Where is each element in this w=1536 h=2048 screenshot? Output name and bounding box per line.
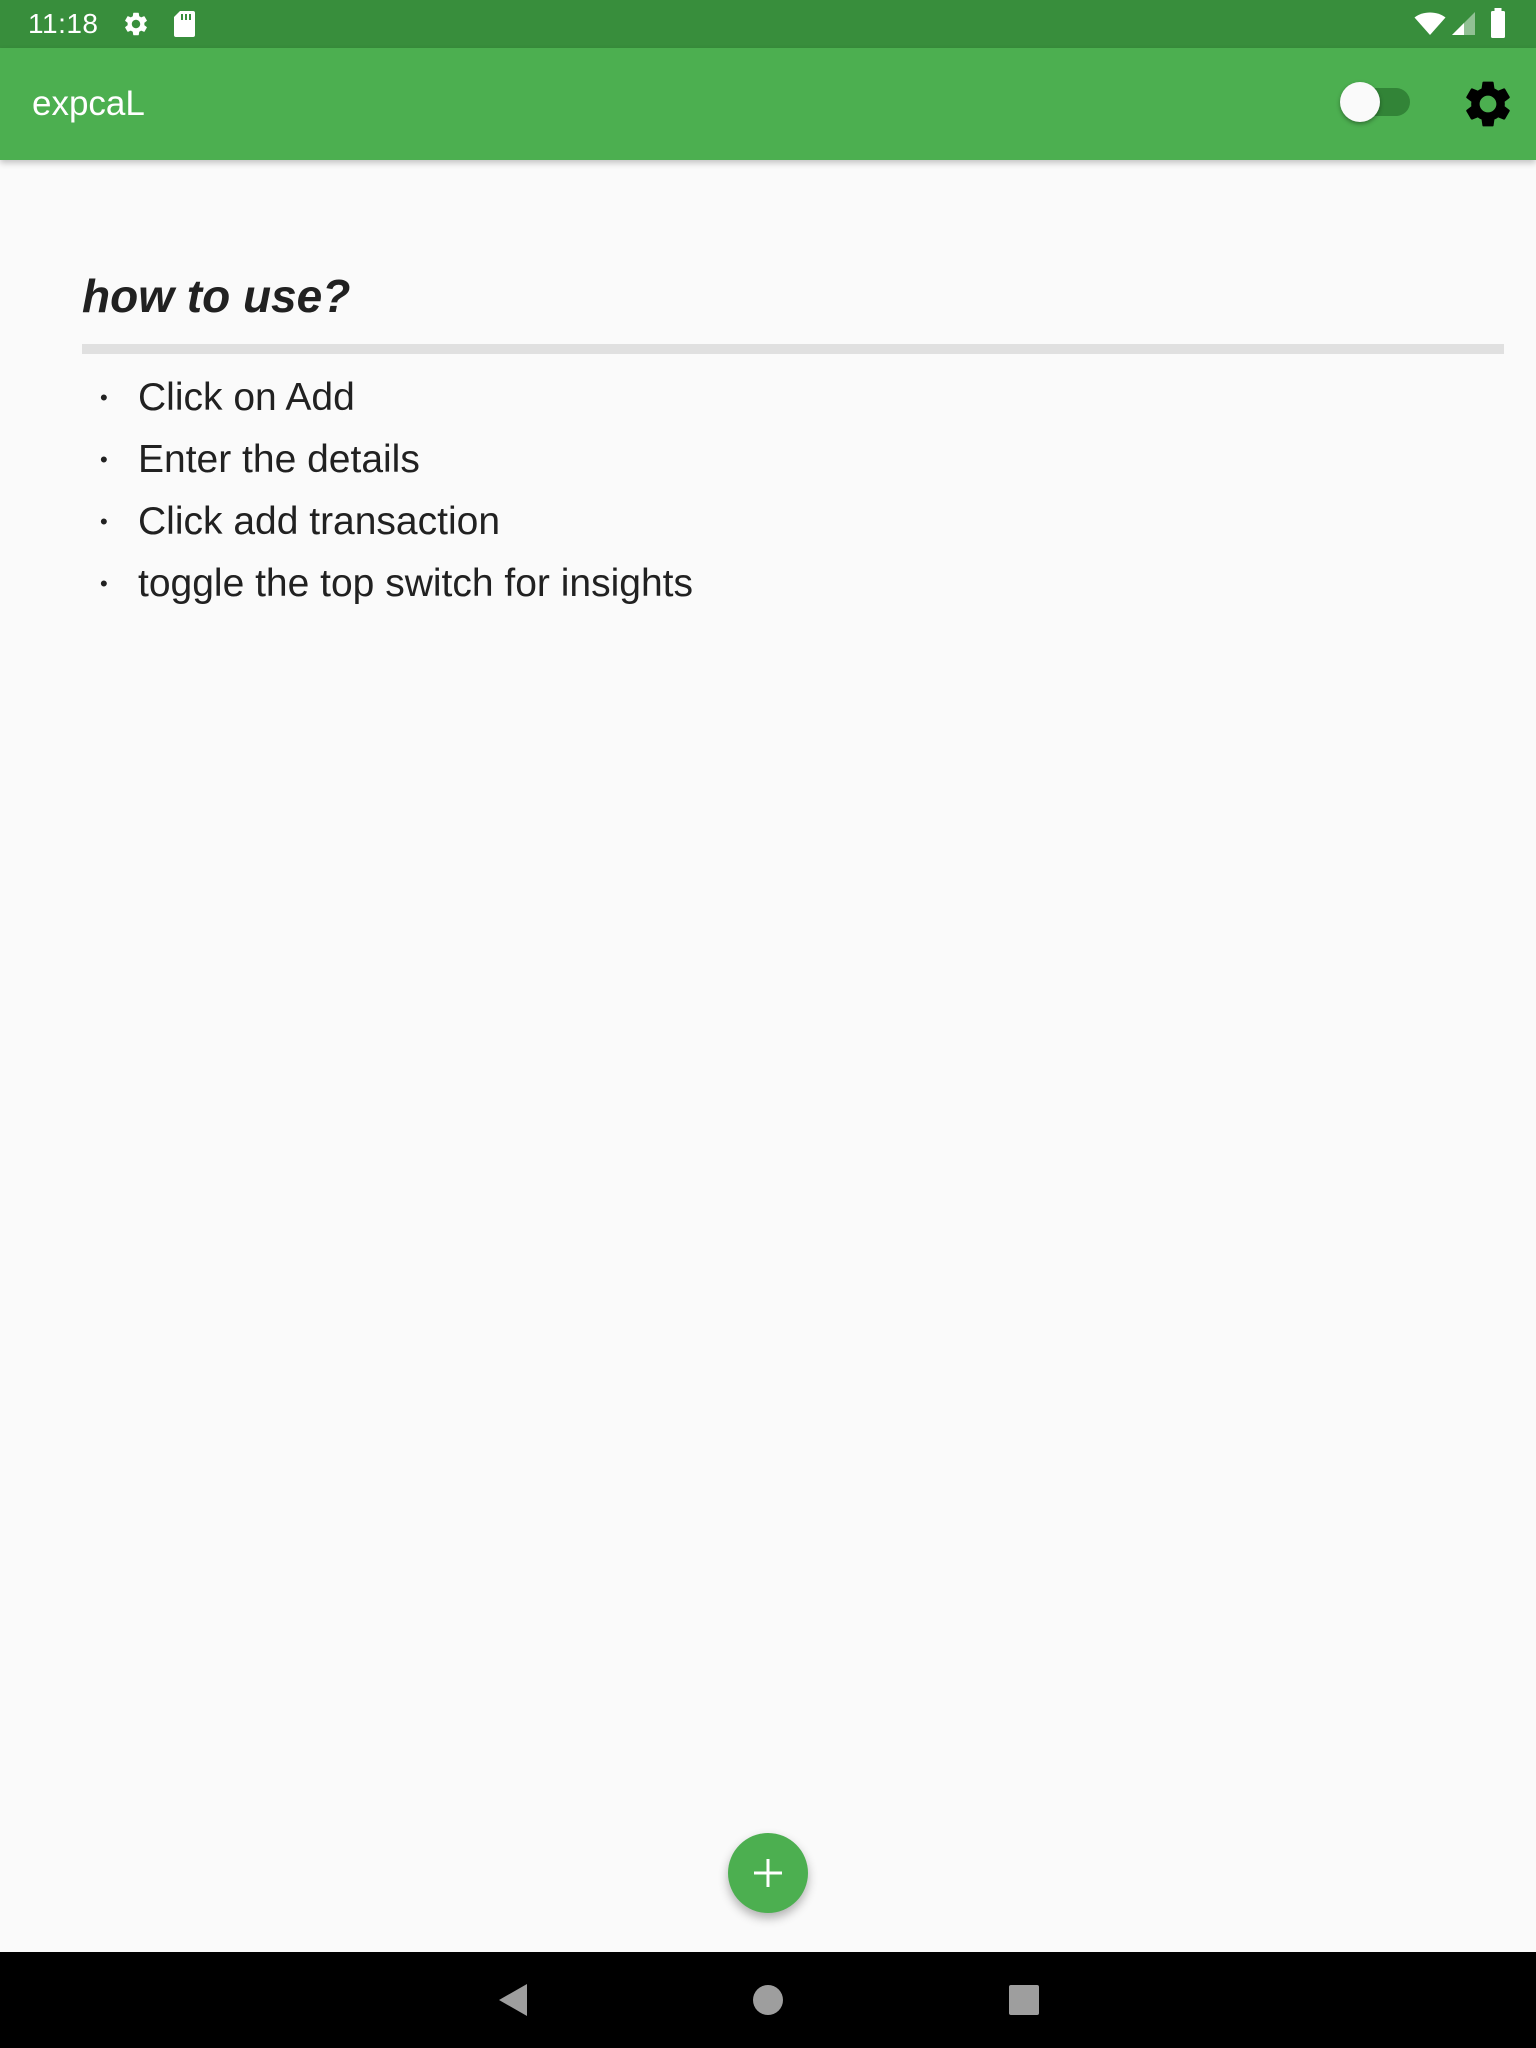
recents-button[interactable]: [996, 1972, 1052, 2028]
navigation-bar: [0, 1952, 1536, 2048]
step-text: toggle the top switch for insights: [138, 562, 693, 605]
recents-icon: [1009, 1985, 1039, 2015]
bullet: •: [100, 385, 108, 410]
cell-signal-icon: [1452, 12, 1475, 35]
back-icon: [499, 1984, 527, 2016]
status-time: 11:18: [28, 8, 99, 39]
bullet: •: [100, 509, 108, 534]
status-bar: 11:18: [0, 0, 1536, 48]
bullet: •: [100, 447, 108, 472]
home-icon: [753, 1985, 783, 2015]
back-button[interactable]: [484, 1972, 540, 2028]
add-transaction-fab[interactable]: [728, 1833, 808, 1913]
wifi-icon: [1414, 12, 1446, 35]
step-text: Click add transaction: [138, 500, 501, 543]
app-bar: expcaL: [0, 48, 1536, 160]
step-text: Click on Add: [138, 376, 355, 419]
plus-icon: [754, 1859, 782, 1887]
bullet: •: [100, 571, 108, 596]
sd-card-icon: [174, 11, 195, 37]
help-divider: [82, 344, 1504, 354]
gear-icon: [1466, 81, 1510, 127]
settings-button[interactable]: [1460, 76, 1516, 132]
toggle-thumb: [1340, 82, 1380, 122]
help-title: how to use?: [82, 270, 351, 322]
gear-icon: [125, 12, 147, 36]
home-button[interactable]: [740, 1972, 796, 2028]
battery-icon: [1491, 8, 1505, 38]
app-title: expcaL: [32, 84, 145, 123]
insights-toggle[interactable]: [1336, 77, 1416, 127]
step-text: Enter the details: [138, 438, 420, 481]
